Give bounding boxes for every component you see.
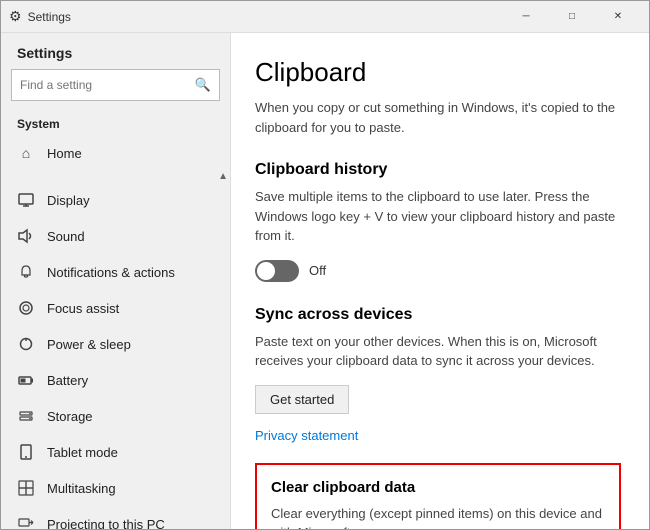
sidebar-item-power-sleep[interactable]: Power & sleep [1,326,230,362]
toggle-label: Off [309,263,326,278]
sidebar-item-label: Focus assist [47,301,119,316]
sidebar-section-label: System [1,111,230,135]
sidebar: Settings 🔍 System ⌂ Home ▲ Display [1,33,231,529]
main-scroll-area: Clipboard When you copy or cut something… [231,33,649,529]
sidebar-item-sound[interactable]: Sound [1,218,230,254]
home-icon: ⌂ [17,144,35,162]
sound-icon [17,227,35,245]
sync-section: Sync across devices Paste text on your o… [255,306,621,428]
sidebar-item-label: Storage [47,409,93,424]
projecting-icon [17,515,35,529]
sync-title: Sync across devices [255,306,621,324]
minimize-button[interactable]: ─ [503,1,549,33]
content-area: Settings 🔍 System ⌂ Home ▲ Display [1,33,649,529]
sidebar-item-label: Sound [47,229,85,244]
sync-desc: Paste text on your other devices. When t… [255,332,621,371]
multitasking-icon [17,479,35,497]
search-box[interactable]: 🔍 [11,69,220,101]
sidebar-item-storage[interactable]: Storage [1,398,230,434]
sidebar-items: ⌂ Home ▲ Display Sound [1,135,230,529]
tablet-mode-icon [17,443,35,461]
clipboard-history-section: Clipboard history Save multiple items to… [255,161,621,282]
titlebar-controls: ─ □ ✕ [503,1,641,33]
page-title: Clipboard [255,57,621,88]
sidebar-item-projecting[interactable]: Projecting to this PC [1,506,230,529]
sidebar-item-battery[interactable]: Battery [1,362,230,398]
power-sleep-icon [17,335,35,353]
sidebar-item-label: Battery [47,373,88,388]
storage-icon [17,407,35,425]
privacy-statement-link[interactable]: Privacy statement [255,428,621,443]
sidebar-item-label: Projecting to this PC [47,517,165,530]
sidebar-item-display[interactable]: Display [1,182,230,218]
display-icon [17,191,35,209]
sidebar-item-focus-assist[interactable]: Focus assist [1,290,230,326]
clipboard-history-desc: Save multiple items to the clipboard to … [255,187,621,246]
titlebar-left: ⚙ Settings [9,8,71,25]
clipboard-history-toggle[interactable] [255,260,299,282]
sidebar-item-label: Tablet mode [47,445,118,460]
clipboard-history-toggle-row: Off [255,260,621,282]
clear-section-desc: Clear everything (except pinned items) o… [271,504,605,530]
clear-section-title: Clear clipboard data [271,479,605,496]
sidebar-item-label: Home [47,146,82,161]
notifications-icon [17,263,35,281]
window-title: Settings [28,10,71,24]
battery-icon [17,371,35,389]
sidebar-item-tablet-mode[interactable]: Tablet mode [1,434,230,470]
toggle-thumb [257,262,275,280]
focus-assist-icon [17,299,35,317]
search-input[interactable] [20,78,195,92]
page-description: When you copy or cut something in Window… [255,98,621,137]
sidebar-item-multitasking[interactable]: Multitasking [1,470,230,506]
sidebar-item-label: Notifications & actions [47,265,175,280]
sidebar-item-home[interactable]: ⌂ Home [1,135,230,171]
sidebar-item-notifications[interactable]: Notifications & actions [1,254,230,290]
scroll-up-arrow: ▲ [218,171,228,182]
sidebar-item-label: Multitasking [47,481,116,496]
get-started-button[interactable]: Get started [255,385,349,414]
close-button[interactable]: ✕ [595,1,641,33]
main-content: Clipboard When you copy or cut something… [231,33,649,529]
sidebar-item-label: Power & sleep [47,337,131,352]
clear-clipboard-section: Clear clipboard data Clear everything (e… [255,463,621,530]
gear-icon: ⚙ [9,8,22,25]
clipboard-history-title: Clipboard history [255,161,621,179]
titlebar: ⚙ Settings ─ □ ✕ [1,1,649,33]
sidebar-item-label: Display [47,193,90,208]
search-icon: 🔍 [195,77,211,93]
scroll-indicator: ▲ [1,171,230,182]
settings-window: ⚙ Settings ─ □ ✕ Settings 🔍 System ⌂ Hom… [0,0,650,530]
maximize-button[interactable]: □ [549,1,595,33]
sidebar-header: Settings [1,33,230,69]
